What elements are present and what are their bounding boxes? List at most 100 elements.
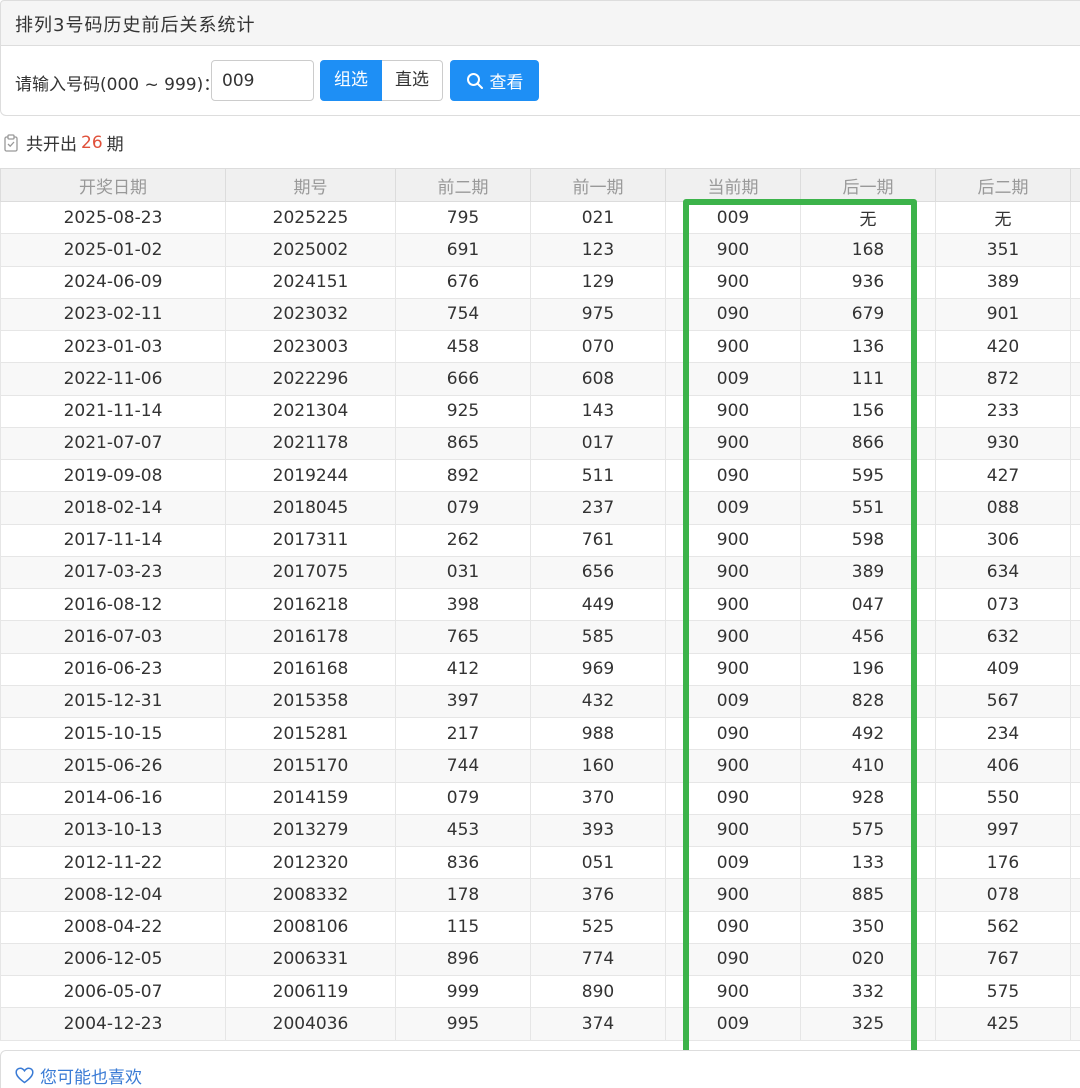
table-row: 2025-01-02 2025002 691 123 900 168 351 <box>0 233 1080 267</box>
header-one-before: 前一期 <box>530 168 666 202</box>
issue-number-cell: 2025002 <box>225 233 396 267</box>
heart-icon <box>15 1067 34 1084</box>
current-cell: 900 <box>665 878 801 912</box>
current-cell: 009 <box>665 684 801 719</box>
issue-number-cell: 2017311 <box>225 523 396 557</box>
two-after-cell: 767 <box>935 942 1071 977</box>
draw-date-cell: 2023-01-03 <box>0 329 226 364</box>
issue-number-cell: 2024151 <box>225 265 396 299</box>
direct-mode-button[interactable]: 直选 <box>382 60 443 101</box>
filler-cell <box>1070 362 1080 396</box>
issue-number-cell: 2022296 <box>225 362 396 396</box>
two-before-cell: 397 <box>395 684 531 719</box>
issue-number-cell: 2013279 <box>225 813 396 848</box>
one-before-cell: 608 <box>530 362 666 396</box>
two-after-cell: 562 <box>935 910 1071 944</box>
table-row: 2008-04-22 2008106 115 525 090 350 562 <box>0 910 1080 944</box>
recommendations-link[interactable]: 您可能也喜欢 <box>15 1063 142 1088</box>
current-cell: 900 <box>665 749 801 783</box>
filler-cell <box>1070 716 1080 751</box>
issue-number-cell: 2015170 <box>225 749 396 783</box>
two-before-cell: 676 <box>395 265 531 299</box>
filler-cell <box>1070 878 1080 912</box>
filler-cell <box>1070 233 1080 267</box>
two-before-cell: 925 <box>395 394 531 428</box>
one-before-cell: 370 <box>530 781 666 815</box>
one-before-cell: 070 <box>530 329 666 364</box>
current-cell: 090 <box>665 458 801 493</box>
draw-date-cell: 2023-02-11 <box>0 297 226 332</box>
filler-cell <box>1070 942 1080 977</box>
one-after-cell: 928 <box>800 781 936 815</box>
header-two-after: 后二期 <box>935 168 1071 202</box>
group-mode-button[interactable]: 组选 <box>320 60 382 101</box>
draw-date-cell: 2022-11-06 <box>0 362 226 396</box>
one-before-cell: 017 <box>530 426 666 461</box>
draw-date-cell: 2015-10-15 <box>0 716 226 751</box>
two-before-cell: 031 <box>395 555 531 590</box>
one-before-cell: 449 <box>530 587 666 622</box>
two-before-cell: 453 <box>395 813 531 848</box>
one-before-cell: 432 <box>530 684 666 719</box>
two-before-cell: 691 <box>395 233 531 267</box>
one-before-cell: 123 <box>530 233 666 267</box>
two-after-cell: 567 <box>935 684 1071 719</box>
filler-cell <box>1070 620 1080 654</box>
two-before-cell: 412 <box>395 652 531 686</box>
table-row: 2019-09-08 2019244 892 511 090 595 427 <box>0 458 1080 493</box>
current-cell: 900 <box>665 587 801 622</box>
one-before-cell: 051 <box>530 845 666 880</box>
two-after-cell: 550 <box>935 781 1071 815</box>
current-cell: 900 <box>665 652 801 686</box>
one-after-cell: 492 <box>800 716 936 751</box>
issue-number-cell: 2015281 <box>225 716 396 751</box>
issue-number-cell: 2021178 <box>225 426 396 461</box>
one-after-cell: 936 <box>800 265 936 299</box>
table-row: 2008-12-04 2008332 178 376 900 885 078 <box>0 878 1080 912</box>
issue-number-cell: 2018045 <box>225 491 396 525</box>
one-after-cell: 332 <box>800 974 936 1009</box>
current-cell: 009 <box>665 362 801 396</box>
draw-date-cell: 2024-06-09 <box>0 265 226 299</box>
one-after-cell: 136 <box>800 329 936 364</box>
header-two-before: 前二期 <box>395 168 531 202</box>
draw-date-cell: 2008-04-22 <box>0 910 226 944</box>
two-before-cell: 754 <box>395 297 531 332</box>
two-after-cell: 176 <box>935 845 1071 880</box>
draw-date-cell: 2014-06-16 <box>0 781 226 815</box>
one-before-cell: 511 <box>530 458 666 493</box>
two-after-cell: 351 <box>935 233 1071 267</box>
title-bar: 排列3号码历史前后关系统计 <box>0 0 1080 46</box>
number-input[interactable] <box>211 60 314 101</box>
issue-number-cell: 2017075 <box>225 555 396 590</box>
query-button[interactable]: 查看 <box>450 60 539 101</box>
table-row: 2017-03-23 2017075 031 656 900 389 634 <box>0 555 1080 590</box>
two-before-cell: 995 <box>395 1007 531 1041</box>
two-after-cell: 078 <box>935 878 1071 912</box>
filler-cell <box>1070 329 1080 364</box>
filler-cell <box>1070 200 1080 235</box>
one-before-cell: 969 <box>530 652 666 686</box>
two-after-cell: 575 <box>935 974 1071 1009</box>
two-after-cell: 997 <box>935 813 1071 848</box>
table-row: 2025-08-23 2025225 795 021 009 无无 <box>0 200 1080 235</box>
one-after-cell: 866 <box>800 426 936 461</box>
table-row: 2016-07-03 2016178 765 585 900 456 632 <box>0 620 1080 654</box>
filler-cell <box>1070 781 1080 815</box>
two-after-cell: 634 <box>935 555 1071 590</box>
two-after-cell: 088 <box>935 491 1071 525</box>
current-cell: 090 <box>665 716 801 751</box>
draw-date-cell: 2016-08-12 <box>0 587 226 622</box>
table-row: 2021-07-07 2021178 865 017 900 866 930 <box>0 426 1080 461</box>
issue-number-cell: 2012320 <box>225 845 396 880</box>
one-before-cell: 585 <box>530 620 666 654</box>
filler-cell <box>1070 652 1080 686</box>
table-row: 2013-10-13 2013279 453 393 900 575 997 <box>0 813 1080 848</box>
draw-date-cell: 2021-07-07 <box>0 426 226 461</box>
draw-date-cell: 2015-12-31 <box>0 684 226 719</box>
issue-number-cell: 2006119 <box>225 974 396 1009</box>
one-after-cell: 325 <box>800 1007 936 1041</box>
two-after-cell: 306 <box>935 523 1071 557</box>
current-cell: 900 <box>665 813 801 848</box>
one-after-cell: 551 <box>800 491 936 525</box>
